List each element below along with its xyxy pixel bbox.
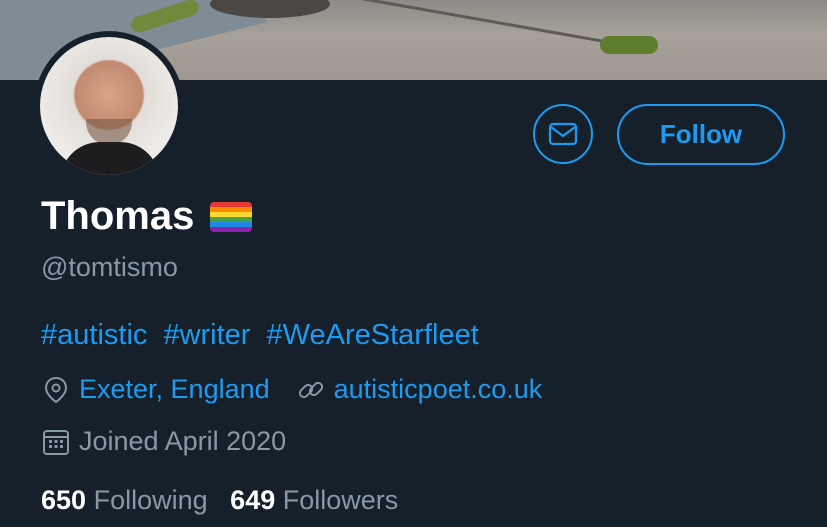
joined-row: Joined April 2020 — [41, 426, 286, 457]
location-text: Exeter, England — [79, 374, 270, 404]
location-pin-icon — [41, 375, 71, 405]
profile-name-row: Thomas — [41, 194, 253, 239]
hashtag-link[interactable]: #WeAreStarfleet — [267, 319, 479, 351]
hashtag-link[interactable]: #writer — [163, 319, 250, 351]
following-label: Following — [93, 485, 208, 515]
rainbow-flag-icon — [210, 201, 253, 232]
profile-handle: @tomtismo — [41, 252, 178, 282]
profile-name: Thomas — [41, 194, 195, 238]
followers-count: 649 — [230, 485, 276, 515]
mail-icon — [548, 122, 578, 146]
follow-button[interactable]: Follow — [617, 104, 785, 165]
followers-link[interactable]: 649 Followers — [230, 485, 398, 515]
avatar[interactable] — [34, 31, 184, 181]
banner-grass — [600, 36, 658, 54]
banner-crack — [332, 0, 628, 48]
calendar-icon — [41, 427, 71, 457]
link-icon — [296, 375, 326, 405]
message-button[interactable] — [533, 104, 593, 164]
follow-stats: 650 Following 649 Followers — [41, 485, 398, 516]
following-link[interactable]: 650 Following — [41, 485, 215, 515]
hashtag-link[interactable]: #autistic — [41, 319, 147, 351]
location-website-row: Exeter, England autisticpoet.co.uk — [41, 374, 542, 405]
followers-label: Followers — [282, 485, 399, 515]
website-link[interactable]: autisticpoet.co.uk — [334, 374, 543, 405]
avatar-shirt — [60, 142, 160, 175]
profile-bio: #autistic #writer #WeAreStarfleet — [41, 319, 487, 352]
avatar-photo — [40, 37, 178, 175]
following-count: 650 — [41, 485, 87, 515]
joined-date: Joined April 2020 — [79, 426, 287, 456]
